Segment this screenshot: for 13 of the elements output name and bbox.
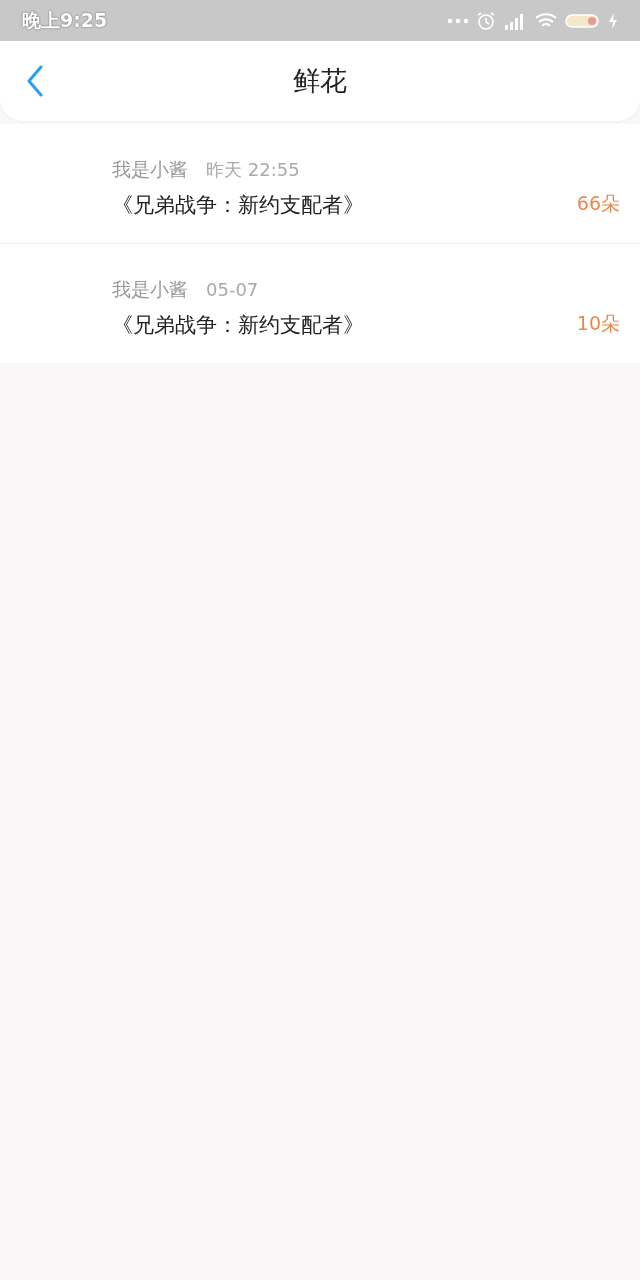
user-name: 我是小酱 xyxy=(112,157,188,182)
flower-count: 10朵 xyxy=(576,311,620,336)
charging-icon xyxy=(608,11,618,30)
record-time: 昨天 22:55 xyxy=(206,158,300,182)
back-icon[interactable] xyxy=(26,65,44,97)
page-title: 鲜花 xyxy=(293,64,347,98)
record-time: 05-07 xyxy=(206,279,259,300)
book-title: 《兄弟战争：新约支配者》 xyxy=(112,312,364,339)
user-name: 我是小酱 xyxy=(112,277,188,302)
flower-count: 66朵 xyxy=(576,191,620,216)
book-title: 《兄弟战争：新约支配者》 xyxy=(112,192,364,219)
alarm-icon xyxy=(476,10,496,31)
more-dots-icon xyxy=(447,17,469,24)
